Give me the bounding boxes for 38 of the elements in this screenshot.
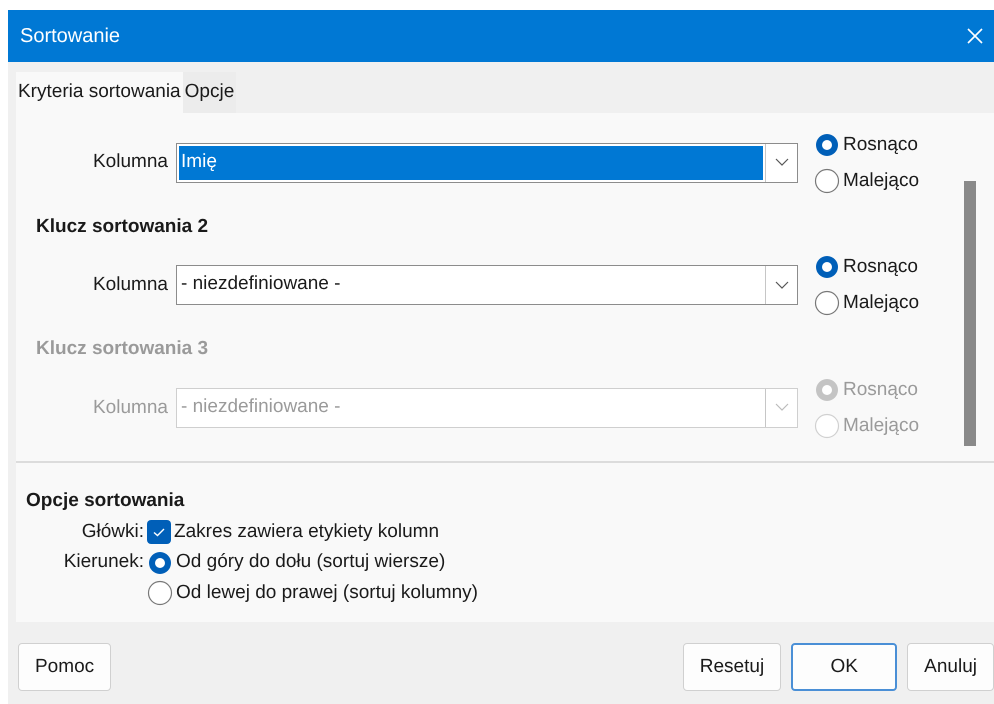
radio-label: Malejąco xyxy=(843,291,920,316)
scrollbar-thumb[interactable] xyxy=(964,180,976,446)
radio-label: Malejąco xyxy=(843,414,920,438)
section-heading: Klucz sortowania 3 xyxy=(36,337,210,362)
radio-button[interactable] xyxy=(814,254,840,280)
section-heading: Opcje sortowania xyxy=(26,488,186,512)
section-heading: Klucz sortowania 2 xyxy=(36,214,210,239)
radio-button[interactable] xyxy=(147,580,173,606)
radio-button[interactable] xyxy=(814,290,840,316)
radio-label: Rosnąco xyxy=(843,132,918,156)
dropdown-field[interactable]: - niezdefiniowane - xyxy=(176,265,798,306)
radio-label: Rosnąco xyxy=(843,378,918,402)
field-label: Kolumna xyxy=(92,273,168,298)
radio-label: Od góry do dołu (sortuj wiersze) xyxy=(176,550,446,574)
dialog-button[interactable]: Pomoc xyxy=(18,643,112,692)
radio-label: Malejąco xyxy=(843,168,920,193)
checkbox[interactable] xyxy=(147,520,171,544)
dialog-button[interactable]: Anuluj xyxy=(907,643,994,692)
tab[interactable]: Opcje xyxy=(182,72,236,112)
dialog-button[interactable]: OK xyxy=(791,643,898,692)
radio-button[interactable] xyxy=(814,168,840,194)
chevron-down-icon xyxy=(774,280,788,290)
field-label: Kolumna xyxy=(92,150,168,174)
dialog-button[interactable]: Resetuj xyxy=(682,643,782,692)
field-label: Kierunek: xyxy=(62,550,144,574)
checkbox-label: Zakres zawiera etykiety kolumn xyxy=(174,520,440,544)
field-label: Kolumna xyxy=(92,396,168,420)
close-icon[interactable] xyxy=(966,27,984,45)
dropdown-field[interactable]: Imię xyxy=(176,142,798,183)
field-label: Główki: xyxy=(80,520,144,544)
radio-label: Od lewej do prawej (sortuj kolumny) xyxy=(176,580,478,605)
tab[interactable]: Kryteria sortowania xyxy=(16,72,183,112)
window-title: Sortowanie xyxy=(20,24,120,49)
radio-button[interactable] xyxy=(814,132,840,158)
chevron-down-icon xyxy=(774,158,788,168)
radio-button[interactable] xyxy=(147,550,173,576)
chevron-down-icon xyxy=(774,403,788,412)
radio-label: Rosnąco xyxy=(843,255,918,280)
